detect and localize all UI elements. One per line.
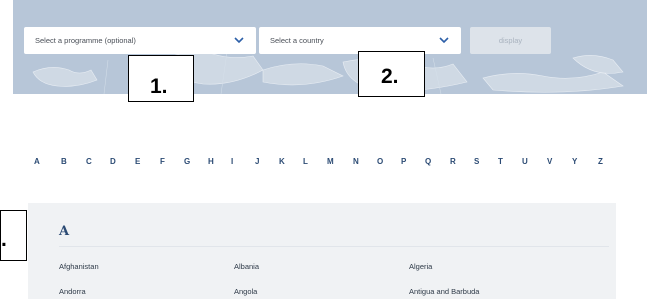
country-link-antigua-and-barbuda[interactable]: Antigua and Barbuda	[409, 287, 479, 296]
letter-link-r[interactable]: R	[450, 157, 456, 166]
letter-link-h[interactable]: H	[208, 157, 214, 166]
letter-link-c[interactable]: C	[86, 157, 92, 166]
country-link-andorra[interactable]: Andorra	[59, 287, 86, 296]
letter-link-l[interactable]: L	[303, 157, 308, 166]
country-section-a: A Afghanistan Albania Algeria Andorra An…	[28, 203, 616, 299]
letter-link-q[interactable]: Q	[425, 157, 431, 166]
letter-link-z[interactable]: Z	[598, 157, 603, 166]
letter-link-f[interactable]: F	[160, 157, 165, 166]
letter-link-b[interactable]: B	[61, 157, 67, 166]
display-button[interactable]: display	[470, 27, 551, 54]
letter-link-j[interactable]: J	[255, 157, 259, 166]
letter-link-p[interactable]: P	[401, 157, 406, 166]
callout-3: .	[0, 210, 27, 261]
letter-link-m[interactable]: M	[327, 157, 334, 166]
programme-select[interactable]: Select a programme (optional)	[24, 27, 256, 54]
country-select-value: Select a country	[270, 36, 324, 45]
callout-2: 2.	[358, 51, 425, 97]
letter-link-d[interactable]: D	[110, 157, 116, 166]
country-select[interactable]: Select a country	[259, 27, 461, 54]
letter-link-a[interactable]: A	[34, 157, 40, 166]
letter-link-e[interactable]: E	[135, 157, 140, 166]
callout-1: 1.	[128, 55, 194, 102]
letter-link-s[interactable]: S	[474, 157, 479, 166]
alphabet-nav: A B C D E F G H I J K L M N O P Q R S T …	[25, 157, 625, 177]
section-heading: A	[59, 224, 70, 239]
letter-link-t[interactable]: T	[498, 157, 503, 166]
country-link-albania[interactable]: Albania	[234, 262, 259, 271]
letter-link-v[interactable]: V	[547, 157, 552, 166]
letter-link-i[interactable]: I	[231, 157, 233, 166]
letter-link-y[interactable]: Y	[572, 157, 577, 166]
country-link-afghanistan[interactable]: Afghanistan	[59, 262, 99, 271]
letter-link-g[interactable]: G	[184, 157, 190, 166]
country-link-algeria[interactable]: Algeria	[409, 262, 432, 271]
letter-link-n[interactable]: N	[353, 157, 359, 166]
letter-link-u[interactable]: U	[522, 157, 528, 166]
country-link-angola[interactable]: Angola	[234, 287, 257, 296]
chevron-down-icon	[234, 37, 244, 44]
letter-link-o[interactable]: O	[377, 157, 383, 166]
letter-link-k[interactable]: K	[279, 157, 285, 166]
programme-select-value: Select a programme (optional)	[35, 36, 136, 45]
chevron-down-icon	[439, 37, 449, 44]
section-divider	[59, 246, 609, 247]
